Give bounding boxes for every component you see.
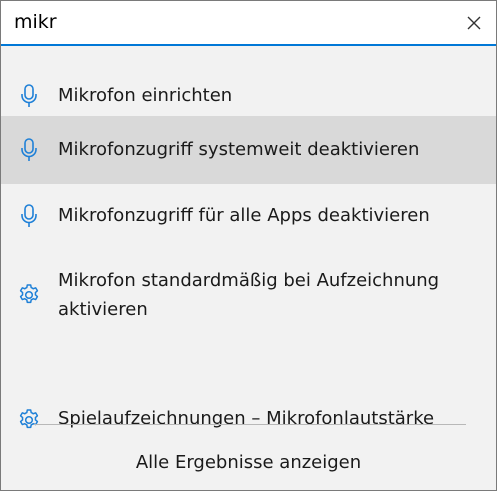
search-input[interactable]	[2, 2, 442, 42]
search-bar	[1, 1, 496, 46]
clear-search-button[interactable]	[458, 7, 490, 39]
show-all-results-label: Alle Ergebnisse anzeigen	[135, 451, 362, 473]
result-label: Mikrofonzugriff für alle Apps deaktivier…	[58, 205, 430, 226]
microphone-icon	[16, 83, 42, 109]
microphone-icon	[16, 137, 42, 163]
search-flyout: Mikrofon einrichten Mikrofonzugriff syst…	[0, 0, 497, 491]
result-item-mikrofon-standardmaessig[interactable]: Mikrofon standardmäßig bei Aufzeichnung …	[1, 252, 496, 344]
result-label: Mikrofonzugriff systemweit deaktivieren	[58, 139, 420, 160]
result-item-mikrofonzugriff-systemweit[interactable]: Mikrofonzugriff systemweit deaktivieren	[1, 116, 496, 184]
microphone-icon	[16, 203, 42, 229]
result-label: Mikrofon standardmäßig bei Aufzeichnung …	[58, 270, 440, 320]
close-icon	[467, 16, 481, 30]
show-all-results-button[interactable]: Alle Ergebnisse anzeigen	[1, 439, 496, 485]
result-label: Mikrofon einrichten	[58, 85, 233, 106]
divider	[34, 424, 466, 425]
result-label: Spielaufzeichnungen – Mikrofonlautstärke	[58, 408, 435, 429]
gear-icon	[16, 407, 42, 433]
result-item-mikrofonzugriff-alle-apps[interactable]: Mikrofonzugriff für alle Apps deaktivier…	[1, 184, 496, 248]
gear-icon	[16, 282, 42, 308]
